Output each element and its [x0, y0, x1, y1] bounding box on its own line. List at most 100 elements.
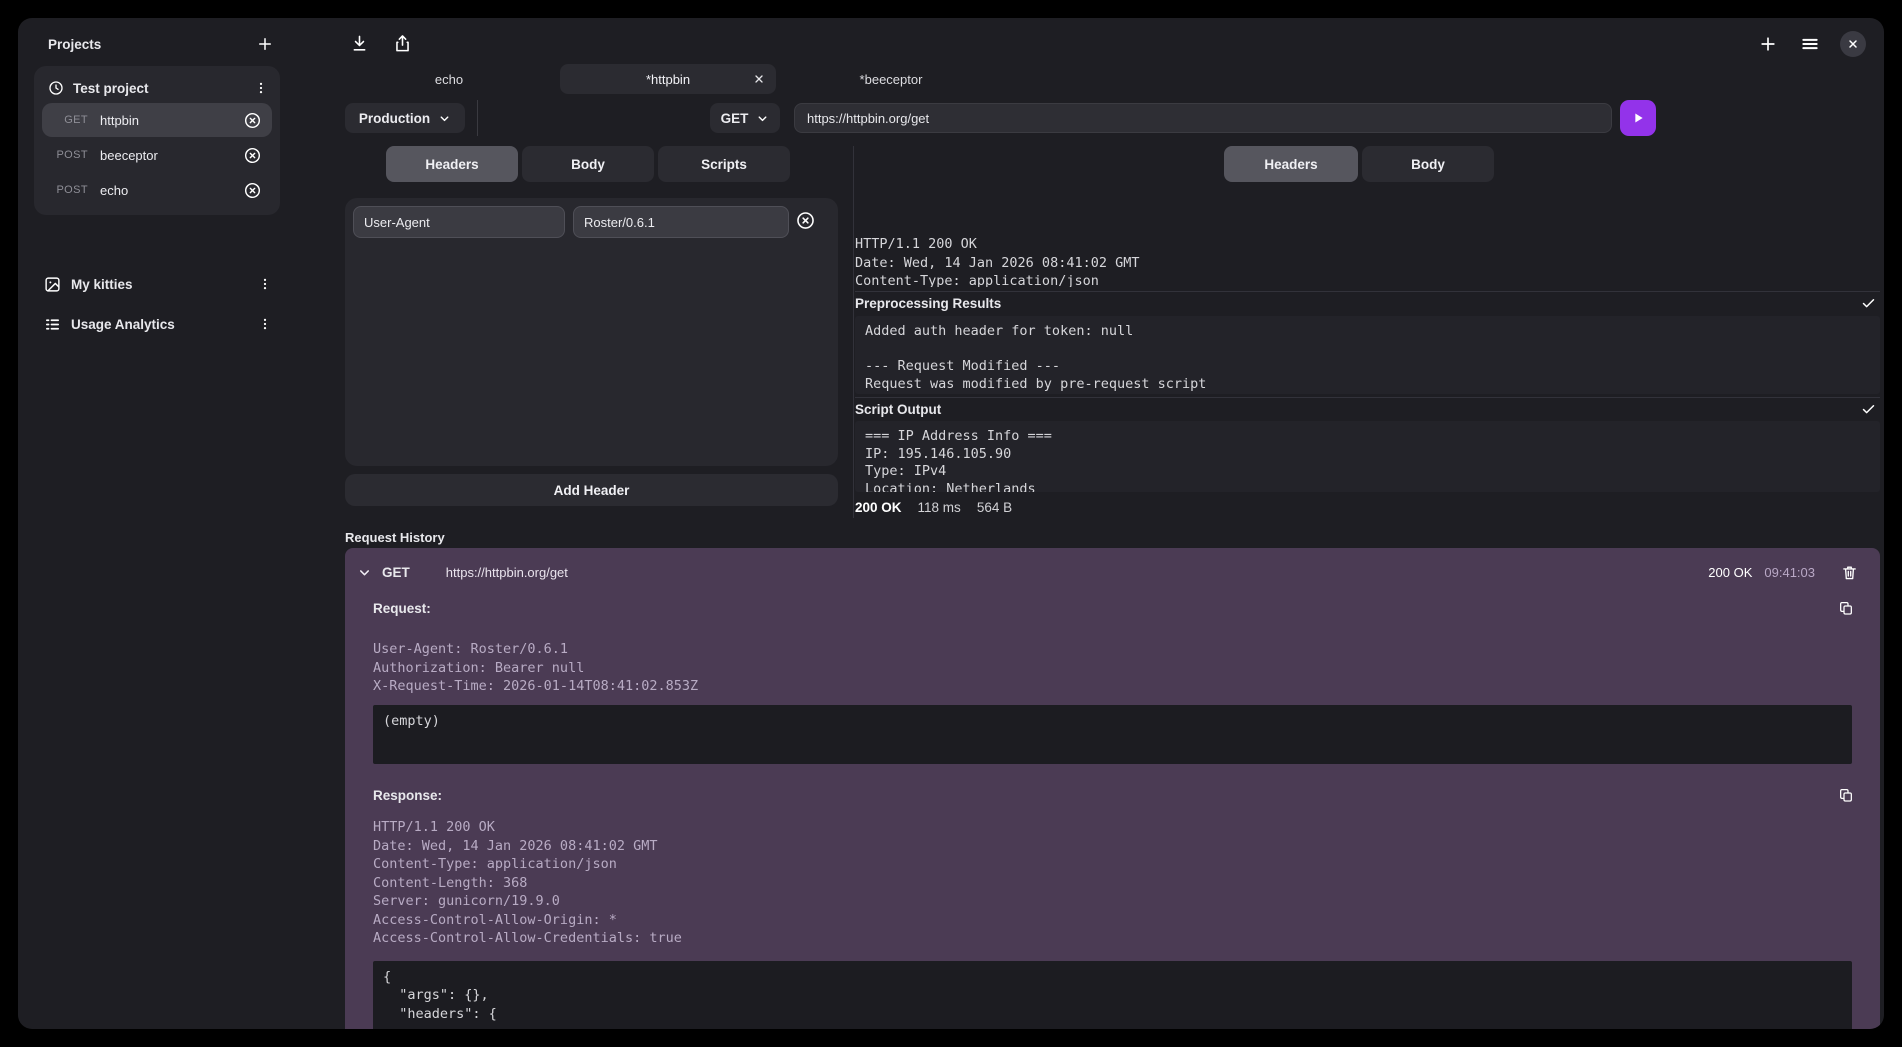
chevron-down-icon: [756, 112, 769, 125]
response-tab-headers[interactable]: Headers: [1224, 146, 1358, 182]
response-header-line: Access-Control-Allow-Origin: *: [373, 911, 682, 930]
app-menu-button[interactable]: [1798, 32, 1822, 56]
check-icon: [1861, 296, 1880, 311]
status-size: 564 B: [977, 500, 1012, 515]
tab-label: *beeceptor: [860, 72, 923, 87]
request-label: Request:: [373, 601, 431, 616]
send-request-button[interactable]: [1620, 100, 1656, 136]
history-status: 200 OK: [1708, 565, 1752, 580]
preprocessing-results-header: Preprocessing Results: [855, 291, 1880, 315]
menu-icon: [1800, 34, 1820, 54]
response-body-line: {: [383, 968, 1842, 986]
header-key-input[interactable]: [353, 206, 565, 238]
project-menu-button[interactable]: [252, 78, 270, 98]
chevron-down-icon: [438, 112, 451, 125]
trash-icon: [1841, 564, 1858, 581]
remove-circle-icon: [243, 181, 262, 200]
tab-close-icon[interactable]: [753, 73, 765, 85]
sidebar-item-beeceptor[interactable]: POST beeceptor: [42, 138, 272, 172]
new-tab-button[interactable]: [1756, 32, 1780, 56]
request-header-line: User-Agent: Roster/0.6.1: [373, 640, 698, 659]
response-header-line: Access-Control-Allow-Credentials: true: [373, 929, 682, 948]
history-entry-header[interactable]: GET https://httpbin.org/get 200 OK 09:41…: [345, 552, 1880, 592]
request-method-label: POST: [46, 184, 88, 196]
url-input[interactable]: [794, 103, 1612, 133]
export-button[interactable]: [391, 32, 414, 55]
project-group-header[interactable]: Test project: [42, 74, 272, 102]
response-tab-body[interactable]: Body: [1362, 146, 1494, 182]
sidebar-item-httpbin[interactable]: GET httpbin: [42, 103, 272, 137]
sidebar-item-echo[interactable]: POST echo: [42, 173, 272, 207]
request-tab-scripts[interactable]: Scripts: [658, 146, 790, 182]
window-close-button[interactable]: [1840, 31, 1866, 57]
history-entry-meta: 200 OK 09:41:03: [1708, 564, 1858, 581]
output-line: [865, 341, 1870, 359]
sidebar-item-usage-analytics[interactable]: Usage Analytics: [34, 307, 280, 341]
output-line: --- Request Modified ---: [865, 358, 1870, 376]
response-header-line: Content-Type: application/json: [855, 272, 1880, 287]
topbar-right: [1756, 31, 1866, 57]
history-entry: GET https://httpbin.org/get 200 OK 09:41…: [345, 548, 1880, 1029]
response-headers-view: HTTP/1.1 200 OK Date: Wed, 14 Jan 2026 0…: [855, 235, 1880, 287]
sidebar-item-my-kitties[interactable]: My kitties: [34, 267, 280, 301]
copy-request-button[interactable]: [1838, 600, 1854, 616]
tab-label: Body: [571, 157, 605, 172]
sidebar-section-label: My kitties: [71, 277, 246, 292]
section-menu-button[interactable]: [256, 274, 274, 294]
method-dropdown[interactable]: GET: [710, 103, 780, 133]
section-title: Preprocessing Results: [855, 296, 1001, 311]
request-name-label: beeceptor: [100, 148, 229, 163]
response-status-bar: 200 OK 118 ms 564 B: [855, 496, 1012, 518]
tab-httpbin[interactable]: *httpbin: [560, 64, 776, 94]
remove-circle-icon: [243, 111, 262, 130]
tab-beeceptor[interactable]: *beeceptor: [808, 64, 974, 94]
history-request-body: (empty): [373, 705, 1852, 764]
status-code: 200 OK: [855, 500, 902, 515]
output-line: === IP Address Info ===: [865, 428, 1870, 446]
section-menu-button[interactable]: [256, 314, 274, 334]
request-tab-body[interactable]: Body: [522, 146, 654, 182]
check-icon: [1861, 402, 1880, 417]
request-header-line: Authorization: Bearer null: [373, 659, 698, 678]
response-header-line: Date: Wed, 14 Jan 2026 08:41:02 GMT: [373, 837, 682, 856]
copy-response-button[interactable]: [1838, 787, 1854, 803]
response-label: Response:: [373, 788, 442, 803]
app-window: Projects Test project GET: [18, 18, 1884, 1029]
response-body-line: "args": {},: [383, 986, 1842, 1004]
request-tab-headers[interactable]: Headers: [386, 146, 518, 182]
header-value-input[interactable]: [573, 206, 789, 238]
remove-circle-icon: [795, 210, 816, 231]
kebab-icon: [258, 276, 272, 292]
tab-label: Headers: [1264, 157, 1317, 172]
response-header-line: HTTP/1.1 200 OK: [373, 818, 682, 837]
output-line: IP: 195.146.105.90: [865, 446, 1870, 464]
kebab-icon: [254, 80, 268, 96]
tab-label: Body: [1411, 157, 1445, 172]
output-line: Type: IPv4: [865, 463, 1870, 481]
tab-label: echo: [435, 72, 463, 87]
section-title: Script Output: [855, 402, 941, 417]
download-icon: [350, 34, 369, 53]
tab-label: *httpbin: [646, 72, 690, 87]
remove-circle-icon: [243, 146, 262, 165]
chevron-down-icon[interactable]: [357, 565, 372, 580]
request-method-label: GET: [46, 114, 88, 126]
script-output-content: === IP Address Info === IP: 195.146.105.…: [855, 421, 1880, 492]
add-project-button[interactable]: [254, 33, 276, 55]
history-response-headers: HTTP/1.1 200 OK Date: Wed, 14 Jan 2026 0…: [373, 818, 682, 948]
remove-request-button[interactable]: [241, 109, 264, 132]
clock-icon: [48, 80, 64, 96]
add-header-button[interactable]: Add Header: [345, 474, 838, 506]
remove-header-button[interactable]: [795, 210, 816, 231]
import-button[interactable]: [348, 32, 371, 55]
delete-history-button[interactable]: [1841, 564, 1858, 581]
projects-title: Projects: [48, 37, 101, 52]
copy-icon: [1838, 600, 1854, 616]
remove-request-button[interactable]: [241, 144, 264, 167]
copy-icon: [1838, 787, 1854, 803]
project-group: Test project GET httpbin POST be: [34, 66, 280, 215]
response-body-line: "headers": {: [383, 1005, 1842, 1023]
tab-echo[interactable]: echo: [384, 64, 514, 94]
environment-dropdown[interactable]: Production: [345, 103, 465, 133]
remove-request-button[interactable]: [241, 179, 264, 202]
